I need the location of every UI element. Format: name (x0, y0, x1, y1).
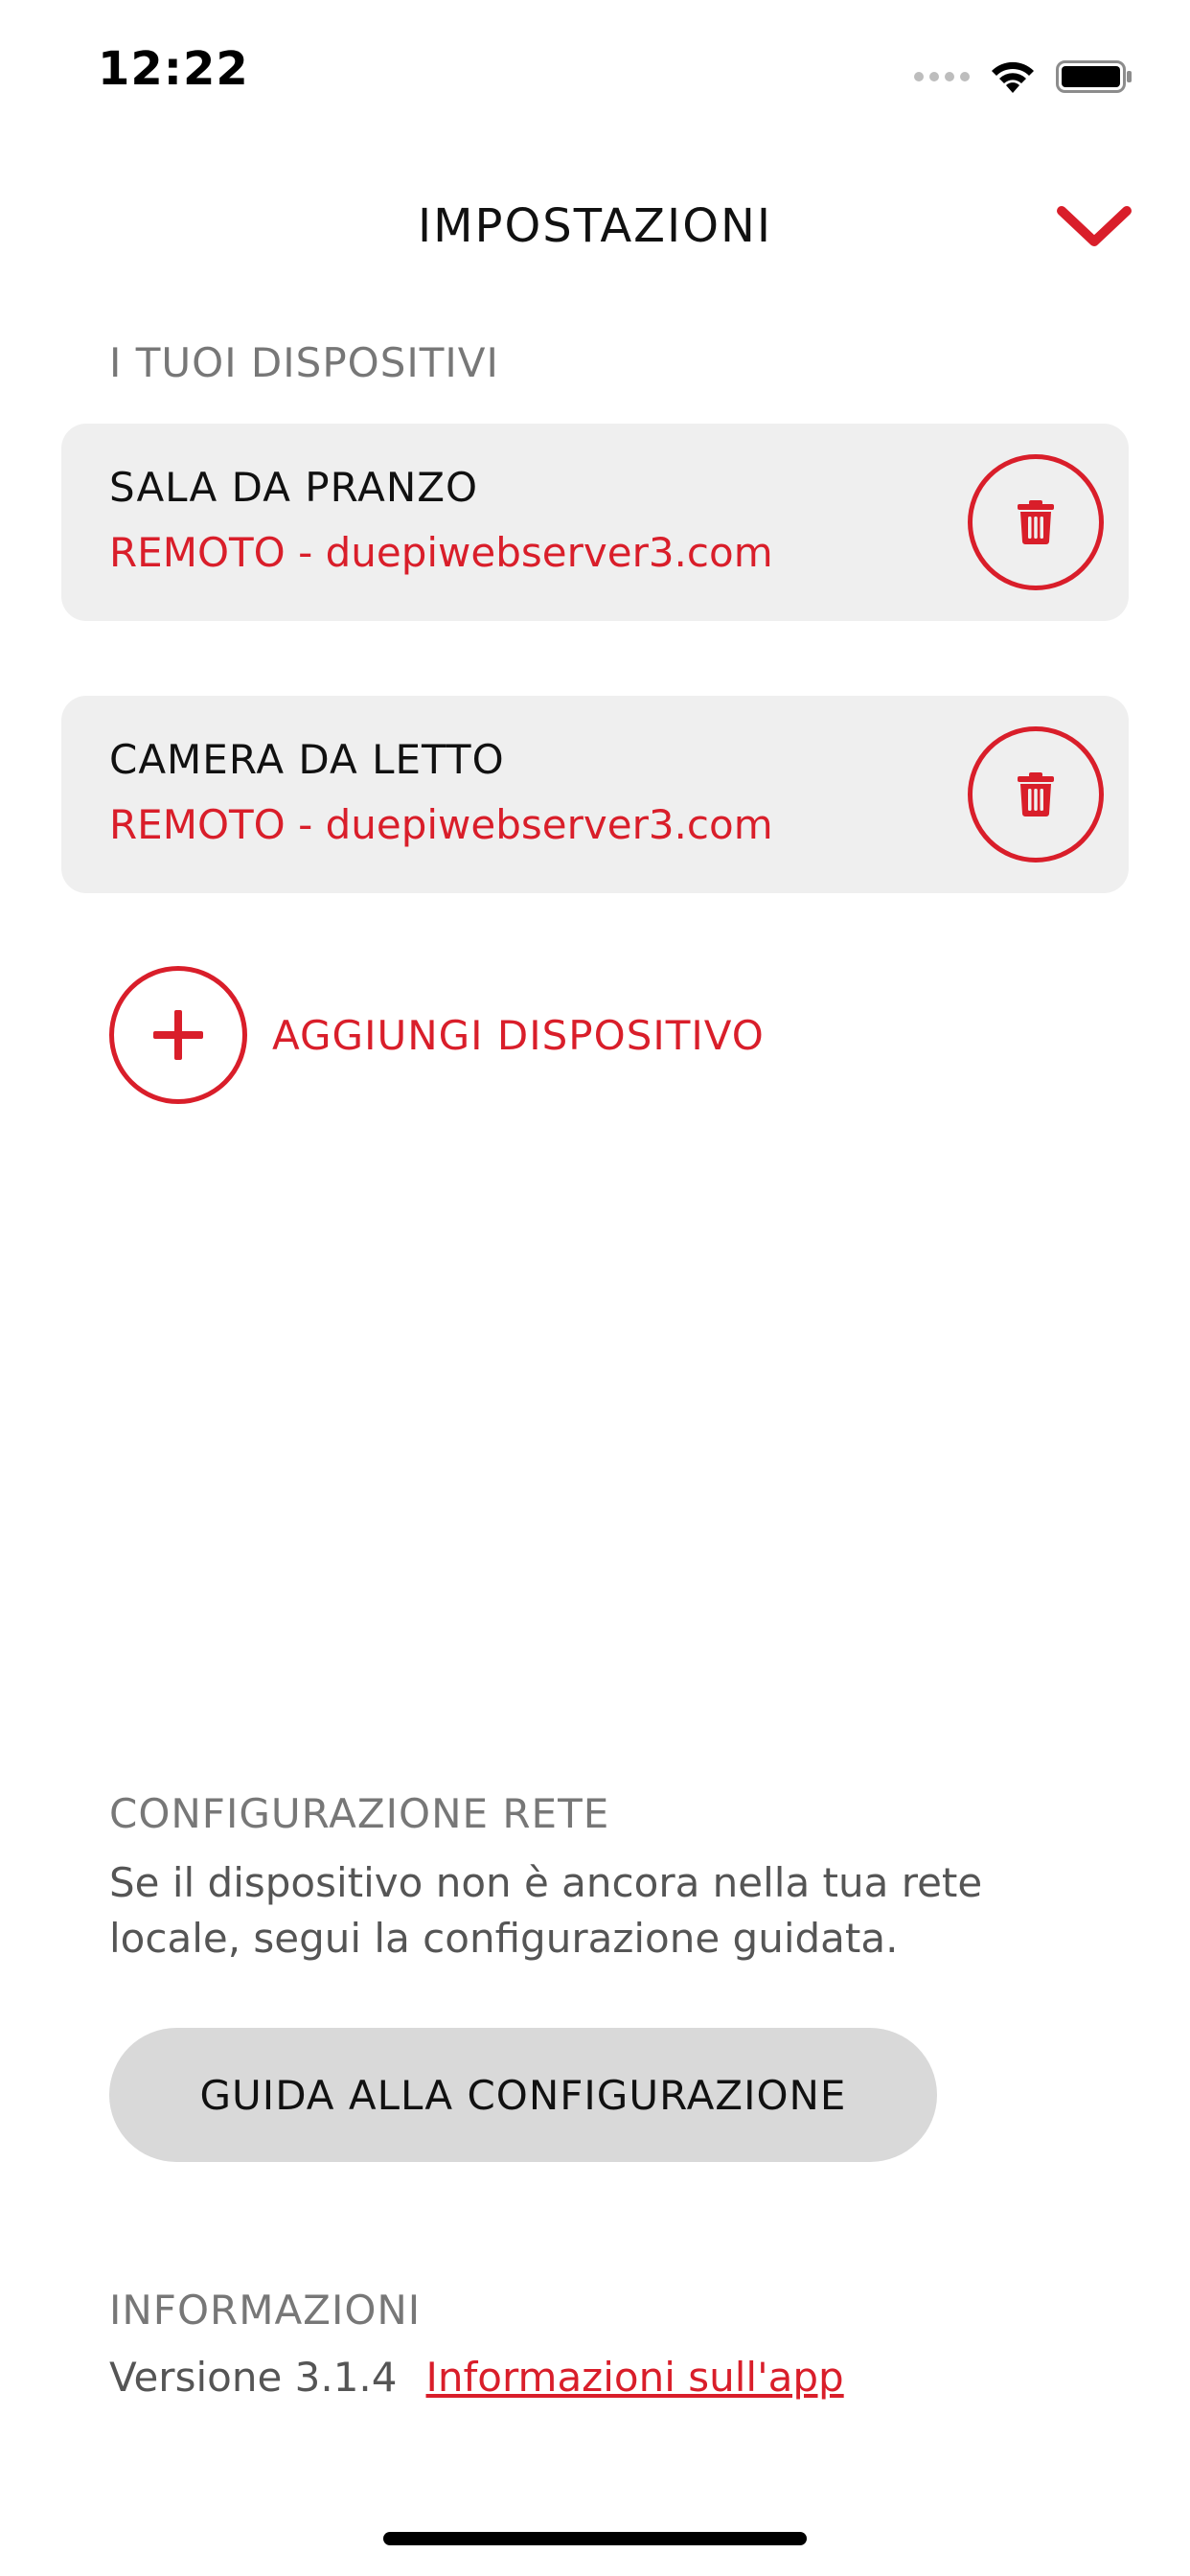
device-card[interactable]: SALA DA PRANZO REMOTO - duepiwebserver3.… (61, 424, 1129, 621)
wifi-icon (992, 61, 1034, 93)
add-device-button[interactable]: AGGIUNGI DISPOSITIVO (109, 966, 765, 1104)
trash-icon (1018, 500, 1054, 544)
home-indicator[interactable] (383, 2532, 807, 2545)
trash-icon (1018, 772, 1054, 816)
delete-device-button[interactable] (968, 726, 1104, 862)
info-section-label: INFORMAZIONI (109, 2287, 422, 2334)
page-title: IMPOSTAZIONI (417, 199, 773, 253)
settings-screen: 12:22 IMPOSTAZIONI I TUOI DISPOSITIVI SA… (0, 0, 1190, 2576)
add-device-label: AGGIUNGI DISPOSITIVO (272, 1011, 765, 1059)
device-card[interactable]: CAMERA DA LETTO REMOTO - duepiwebserver3… (61, 696, 1129, 893)
device-name: SALA DA PRANZO (109, 464, 479, 511)
plus-icon (109, 966, 247, 1104)
app-info-link[interactable]: Informazioni sull'app (426, 2354, 844, 2401)
network-section-label: CONFIGURAZIONE RETE (109, 1790, 610, 1837)
header: IMPOSTAZIONI (0, 172, 1190, 278)
status-icons (914, 54, 1133, 100)
devices-section-label: I TUOI DISPOSITIVI (109, 339, 499, 386)
device-address: REMOTO - duepiwebserver3.com (109, 529, 773, 576)
app-version: Versione 3.1.4 (109, 2354, 398, 2401)
chevron-down-icon[interactable] (1056, 201, 1133, 251)
device-address: REMOTO - duepiwebserver3.com (109, 801, 773, 848)
configuration-guide-button[interactable]: GUIDA ALLA CONFIGURAZIONE (109, 2028, 937, 2162)
battery-icon (1056, 60, 1132, 93)
device-name: CAMERA DA LETTO (109, 736, 505, 783)
network-description: Se il dispositivo non è ancora nella tua… (109, 1859, 983, 1962)
delete-device-button[interactable] (968, 454, 1104, 590)
signal-dots-icon (914, 72, 970, 81)
info-row: Versione 3.1.4 Informazioni sull'app (109, 2354, 844, 2401)
status-time: 12:22 (98, 42, 249, 96)
status-bar: 12:22 (0, 0, 1190, 134)
